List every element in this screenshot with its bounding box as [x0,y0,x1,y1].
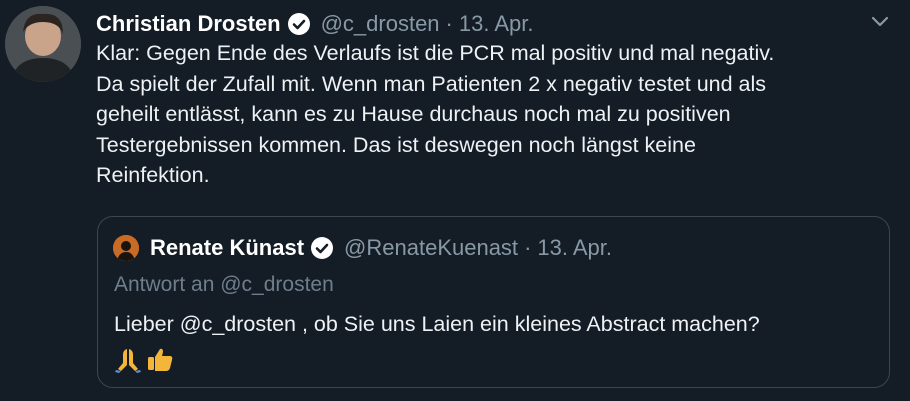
tweet-text: Klar: Gegen Ende des Verlaufs ist die PC… [96,38,896,191]
verified-badge-icon [310,236,334,260]
thumbs-up-icon [146,345,174,373]
quoted-tweet-header: Renate Künast @RenateKuenast · 13. Apr. [150,231,612,265]
tweet-text-line: Testergebnissen kommen. Das ist deswegen… [96,132,696,157]
folded-hands-icon [114,345,142,373]
reply-context: Antwort an @c_drosten [114,273,334,296]
tweet-date[interactable]: 13. Apr. [459,11,534,37]
separator-dot: · [445,11,453,36]
quoted-tweet[interactable]: Renate Künast @RenateKuenast · 13. Apr. … [97,216,890,388]
tweet-text-line: Klar: Gegen Ende des Verlaufs ist die PC… [96,41,775,65]
chevron-down-icon[interactable] [869,10,891,32]
quoted-author-name[interactable]: Renate Künast [150,235,304,261]
author-name[interactable]: Christian Drosten [96,11,281,37]
quoted-author-handle[interactable]: @RenateKuenast [344,235,518,261]
quoted-tweet-date[interactable]: 13. Apr. [537,235,612,261]
tweet-text-line: Da spielt der Zufall mit. Wenn man Patie… [96,71,767,96]
author-avatar[interactable] [5,6,81,82]
author-handle[interactable]: @c_drosten [321,11,440,37]
emoji-row [114,345,174,373]
separator-dot: · [524,235,532,260]
tweet-header: Christian Drosten @c_drosten · 13. Apr. [96,7,534,41]
tweet-text-line: Reinfektion. [96,163,210,187]
tweet-text-line: geheilt entlässt, kann es zu Hause durch… [96,102,731,126]
verified-badge-icon [287,12,311,36]
quoted-author-avatar[interactable] [113,235,139,261]
quoted-tweet-text: Lieber @c_drosten , ob Sie uns Laien ein… [114,312,760,336]
tweet-card[interactable]: Christian Drosten @c_drosten · 13. Apr. … [0,0,910,401]
